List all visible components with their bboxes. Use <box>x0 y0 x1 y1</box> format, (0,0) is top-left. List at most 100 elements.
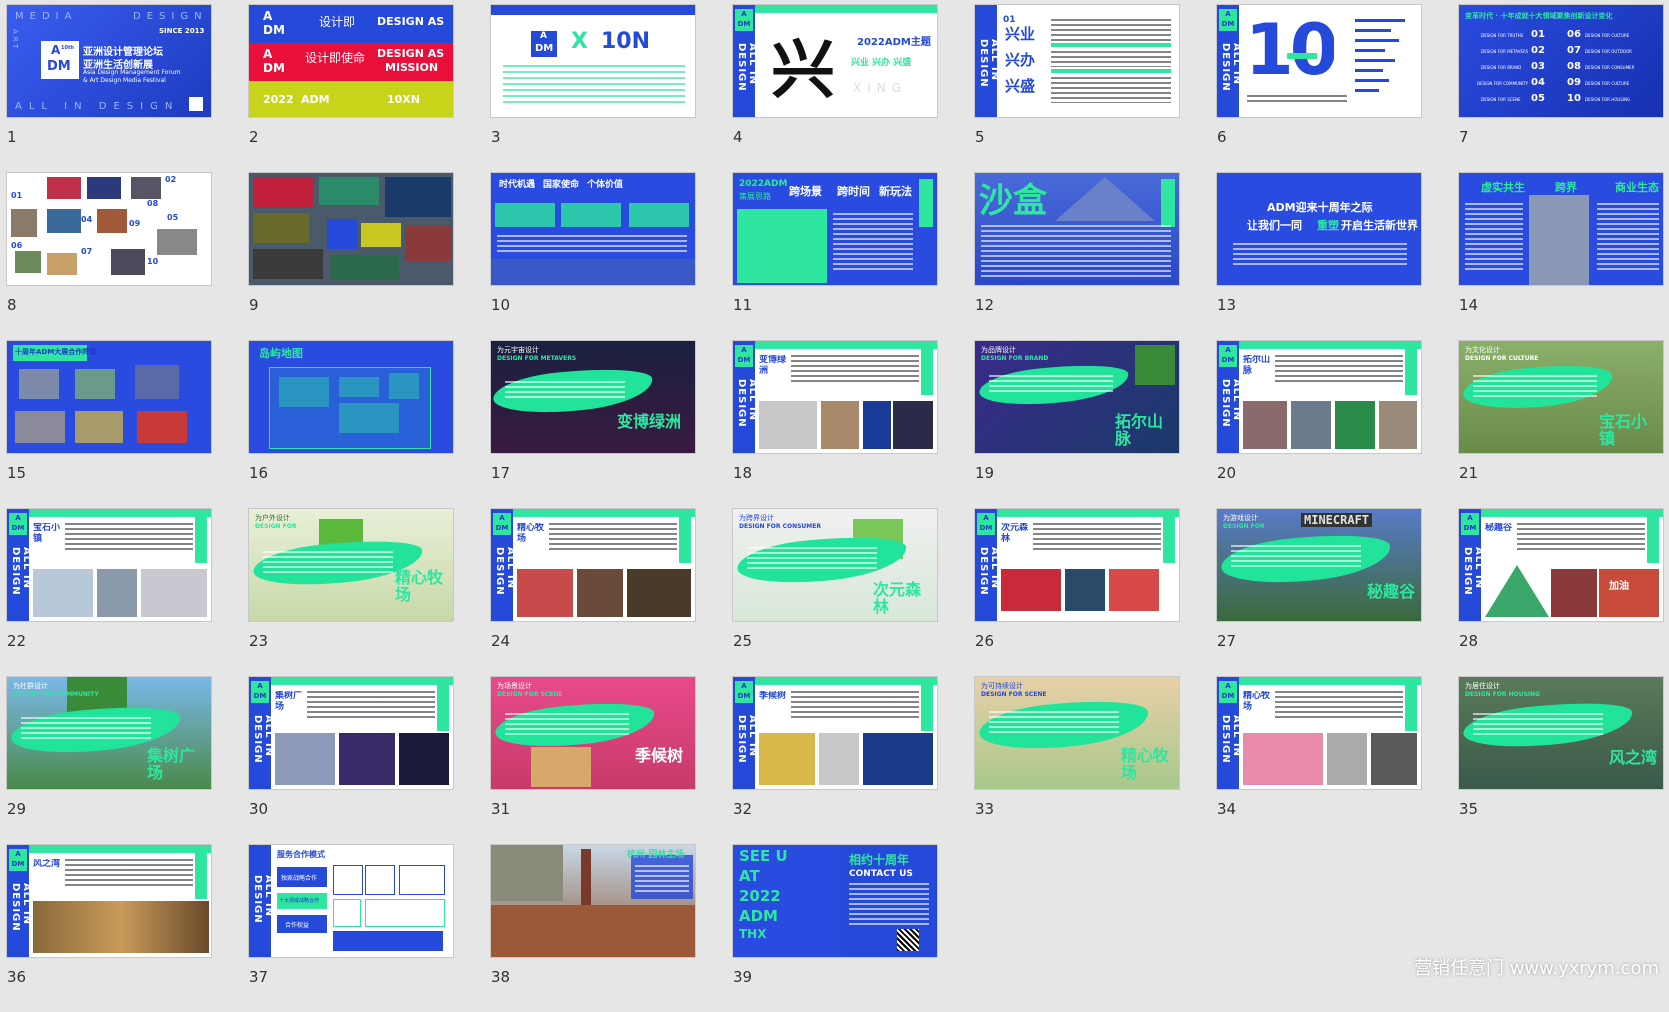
slide-thumbnail-8[interactable]: 01 02 04 05 06 07 08 09 10 <box>6 172 212 286</box>
slide-28: A DM ALL IN DESIGN 秘趣谷 加油 28 <box>1458 508 1664 676</box>
slide-thumbnail-25[interactable]: 为跨界设计 DESIGN FOR CONSUMER 次元森林 <box>732 508 938 622</box>
slide-thumbnail-23[interactable]: 为户外设计 DESIGN FOR 精心牧场 <box>248 508 454 622</box>
slide-thumbnail-5[interactable]: ALL IN DESIGN 01 兴业 兴办 兴盛 <box>974 4 1180 118</box>
slide-thumbnail-38[interactable]: 杭州·园林主场 <box>490 844 696 958</box>
word-xingsheng: 兴盛 <box>1005 77 1036 95</box>
slide-17: 为元宇宙设计 DESIGN FOR METAVERS 变博绿洲 17 <box>490 340 696 508</box>
slide-30: A DM ALL IN DESIGN 集树广场 30 <box>248 676 454 844</box>
slide-thumbnail-28[interactable]: A DM ALL IN DESIGN 秘趣谷 加油 <box>1458 508 1664 622</box>
slide-thumbnail-20[interactable]: A DM ALL IN DESIGN 拓尔山脉 <box>1216 340 1422 454</box>
slide-4: A DM ALL IN DESIGN 兴 2022ADM主题 兴业 兴办 兴盛 XI… <box>732 4 938 172</box>
band-text: ALL IN DESIGN <box>978 39 1000 88</box>
slide-number: 32 <box>733 800 753 818</box>
slide-thumbnail-17[interactable]: 为元宇宙设计 DESIGN FOR METAVERS 变博绿洲 <box>490 340 696 454</box>
word-xingye: 兴业 <box>1005 25 1036 43</box>
slide-thumbnail-34[interactable]: A DM ALL IN DESIGN 精心牧场 <box>1216 676 1422 790</box>
slide-thumbnail-32[interactable]: A DM ALL IN DESIGN 季候树 <box>732 676 938 790</box>
festival-title-en: & Art Design Media Festival <box>83 77 166 84</box>
slide-29: 为社群设计 DESIGN FOR COMMUNITY 集树广场 29 <box>6 676 212 844</box>
slide-thumbnail-24[interactable]: A DM ALL IN DESIGN 精心牧场 <box>490 508 696 622</box>
slide-number: 22 <box>7 632 27 650</box>
slide-thumbnail-4[interactable]: A DM ALL IN DESIGN 兴 2022ADM主题 兴业 兴办 兴盛 XI… <box>732 4 938 118</box>
slide-thumbnail-16[interactable]: 岛屿地图 <box>248 340 454 454</box>
slide-number: 2 <box>249 128 259 146</box>
adm-logo: A DM <box>531 31 557 57</box>
zone-tag: 集树广场 <box>275 691 303 712</box>
slide-33: 为可持续设计 DESIGN FOR SCENE 精心牧场 33 <box>974 676 1180 844</box>
slide-thumbnail-22[interactable]: A DM ALL IN DESIGN 宝石小镇 <box>6 508 212 622</box>
slide-number: 9 <box>249 296 259 314</box>
slide-thumbnail-27[interactable]: 为游戏设计 DESIGN FOR MINECRAFT 秘趣谷 <box>1216 508 1422 622</box>
slide-thumbnail-39[interactable]: SEE U AT 2022 ADM THX 相约十周年 CONTACT US <box>732 844 938 958</box>
slide-number: 5 <box>975 128 985 146</box>
slide-thumbnail-11[interactable]: 2022ADM 策展思路 跨场景 跨时间 新玩法 <box>732 172 938 286</box>
band-text: ALL IN DESIGN <box>1220 715 1242 764</box>
slide-number: 31 <box>491 800 511 818</box>
band-text: ALL IN DESIGN <box>736 43 758 92</box>
art-text: ART <box>11 29 19 52</box>
slide-number: 15 <box>7 464 27 482</box>
slide-thumbnail-7[interactable]: 变革时代 · 十年成就十大领域聚焦创新设计变化 01 DESIGN FOR TR… <box>1458 4 1664 118</box>
slide-21: 为文化设计 DESIGN FOR CULTURE 宝石小镇 21 <box>1458 340 1664 508</box>
slide-38: 杭州·园林主场 38 <box>490 844 696 1012</box>
slide-thumbnail-3[interactable]: A DM X 10N <box>490 4 696 118</box>
slide-14: 虚实共生 跨界 商业生态 14 <box>1458 172 1664 340</box>
slide-thumbnail-18[interactable]: A DM ALL IN DESIGN 变博绿洲 <box>732 340 938 454</box>
slide-thumbnail-13[interactable]: ADM迎来十周年之际 让我们一同 重塑 开启生活新世界 <box>1216 172 1422 286</box>
slide-2: A DM 设计即 DESIGN AS A DM 设计即使命 DESIGN AS … <box>248 4 454 172</box>
slide-thumbnail-26[interactable]: A DM ALL IN DESIGN 次元森林 <box>974 508 1180 622</box>
band-text: ALL IN DESIGN <box>494 547 516 596</box>
slide-25: 为跨界设计 DESIGN FOR CONSUMER 次元森林 25 <box>732 508 938 676</box>
slide-grid: MEDIA DESIGN ART SINCE 2013 A 10th DM 亚洲… <box>6 4 1664 1012</box>
slide-number: 25 <box>733 632 753 650</box>
slide-title: 杭州·园林主场 <box>627 850 685 860</box>
anniversary-text: 相约十周年 <box>849 853 910 867</box>
zone-title: 变博绿洲 <box>617 413 682 430</box>
slide-thumbnail-29[interactable]: 为社群设计 DESIGN FOR COMMUNITY 集树广场 <box>6 676 212 790</box>
slide-12: 沙盒 12 <box>974 172 1180 340</box>
zone-tag: 拓尔山脉 <box>1243 355 1271 376</box>
slide-thumbnail-6[interactable]: A DM ALL IN DESIGN 10 <box>1216 4 1422 118</box>
slide-15: 十周年ADM大展合作阵营 15 <box>6 340 212 508</box>
slide-number: 35 <box>1459 800 1479 818</box>
slide-number: 27 <box>1217 632 1237 650</box>
zone-tag: 宝石小镇 <box>33 523 61 544</box>
slide-thumbnail-31[interactable]: 为场景设计 DESIGN FOR SCENE 季候树 <box>490 676 696 790</box>
slide-number: 20 <box>1217 464 1237 482</box>
slide-thumbnail-1[interactable]: MEDIA DESIGN ART SINCE 2013 A 10th DM 亚洲… <box>6 4 212 118</box>
slide-thumbnail-15[interactable]: 十周年ADM大展合作阵营 <box>6 340 212 454</box>
slide-number: 10 <box>491 296 511 314</box>
slide-title: 服务合作模式 <box>277 850 325 859</box>
slide-thumbnail-36[interactable]: A DM ALL IN DESIGN 风之湾 <box>6 844 212 958</box>
slide-number: 16 <box>249 464 269 482</box>
qr-code-icon <box>897 929 919 951</box>
band-text: ALL IN DESIGN <box>252 715 274 764</box>
zone-title: 次元森林 <box>873 581 922 615</box>
slide-thumbnail-10[interactable]: 时代机遇 国家使命 个体价值 <box>490 172 696 286</box>
theme-subtitle: 兴业 兴办 兴盛 <box>851 58 912 68</box>
zone-title: 秘趣谷 <box>1367 583 1416 600</box>
slide-number: 19 <box>975 464 995 482</box>
slide-23: 为户外设计 DESIGN FOR 精心牧场 23 <box>248 508 454 676</box>
heading-2: 国家使命 <box>543 180 580 190</box>
slide-thumbnail-21[interactable]: 为文化设计 DESIGN FOR CULTURE 宝石小镇 <box>1458 340 1664 454</box>
slide-number: 38 <box>491 968 511 986</box>
slide-thumbnail-37[interactable]: ALL IN DESIGN 服务合作模式 独家战略合作 十大领域战略合作 合作权… <box>248 844 454 958</box>
zone-tag: 精心牧场 <box>1243 691 1271 712</box>
slide-title: 变革时代 · 十年成就十大领域聚焦创新设计变化 <box>1465 12 1613 20</box>
slide-thumbnail-14[interactable]: 虚实共生 跨界 商业生态 <box>1458 172 1664 286</box>
slide-27: 为游戏设计 DESIGN FOR MINECRAFT 秘趣谷 27 <box>1216 508 1422 676</box>
slide-thumbnail-2[interactable]: A DM 设计即 DESIGN AS A DM 设计即使命 DESIGN AS … <box>248 4 454 118</box>
xing-character: 兴 <box>771 34 835 108</box>
slide-thumbnail-35[interactable]: 为居住设计 DESIGN FOR HOUSING 风之湾 <box>1458 676 1664 790</box>
slide-number: 30 <box>249 800 269 818</box>
slide-number: 13 <box>1217 296 1237 314</box>
band-text: ALL IN DESIGN <box>978 547 1000 596</box>
slide-thumbnail-30[interactable]: A DM ALL IN DESIGN 集树广场 <box>248 676 454 790</box>
row1-cn: 设计即 <box>319 15 356 29</box>
slide-thumbnail-12[interactable]: 沙盒 <box>974 172 1180 286</box>
slide-thumbnail-19[interactable]: 为品牌设计 DESIGN FOR BRAND 拓尔山脉 <box>974 340 1180 454</box>
slide-thumbnail-33[interactable]: 为可持续设计 DESIGN FOR SCENE 精心牧场 <box>974 676 1180 790</box>
slide-thumbnail-9[interactable] <box>248 172 454 286</box>
slide-number: 11 <box>733 296 753 314</box>
